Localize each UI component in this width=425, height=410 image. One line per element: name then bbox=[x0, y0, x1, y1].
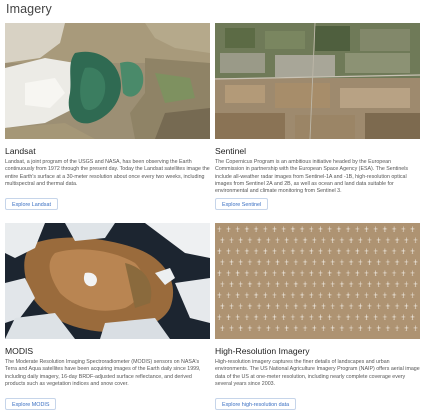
high-resolution-image[interactable] bbox=[215, 223, 420, 339]
card-title: Sentinel bbox=[215, 146, 247, 156]
explore-high-resolution-button[interactable]: Explore high-resolution data bbox=[215, 398, 297, 410]
modis-image[interactable] bbox=[5, 223, 210, 339]
card-modis: MODIS The Moderate Resolution Imaging Sp… bbox=[5, 223, 210, 410]
sentinel-image[interactable] bbox=[215, 23, 420, 139]
page-title: Imagery bbox=[6, 2, 52, 16]
card-sentinel: Sentinel The Copernicus Program is an am… bbox=[215, 23, 420, 215]
card-title: High-Resolution Imagery bbox=[215, 346, 310, 356]
explore-sentinel-button[interactable]: Explore Sentinel bbox=[215, 198, 269, 210]
card-description: Landsat, a joint program of the USGS and… bbox=[5, 159, 210, 187]
card-description: The Moderate Resolution Imaging Spectror… bbox=[5, 359, 201, 387]
explore-landsat-button[interactable]: Explore Landsat bbox=[5, 198, 58, 210]
imagery-page: Imagery Landsat Landsat, a joint program… bbox=[0, 0, 425, 410]
card-high-resolution: High-Resolution Imagery High-resolution … bbox=[215, 223, 420, 410]
landsat-image[interactable] bbox=[5, 23, 210, 139]
card-landsat: Landsat Landsat, a joint program of the … bbox=[5, 23, 210, 215]
explore-modis-button[interactable]: Explore MODIS bbox=[5, 398, 57, 410]
card-description: High-resolution imagery captures the fin… bbox=[215, 359, 420, 387]
card-description: The Copernicus Program is an ambitious i… bbox=[215, 159, 409, 195]
card-title: MODIS bbox=[5, 346, 34, 356]
card-title: Landsat bbox=[5, 146, 36, 156]
